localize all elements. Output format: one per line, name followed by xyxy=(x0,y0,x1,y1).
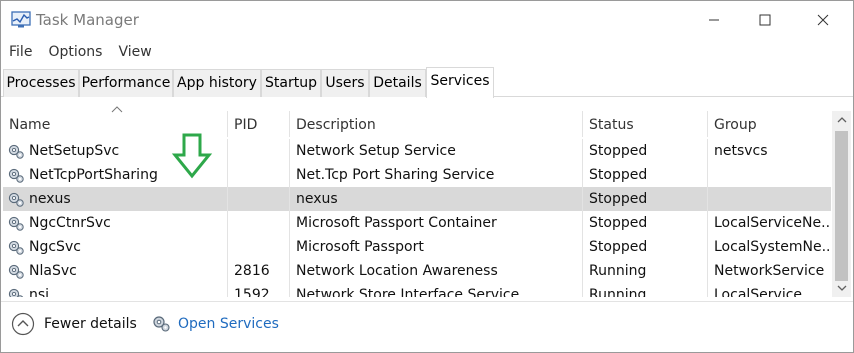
cell-group: LocalServiceNe... xyxy=(714,215,831,231)
service-name: NetTcpPortSharing xyxy=(29,167,158,183)
footer-bar: Fewer details Open Services xyxy=(1,301,853,351)
menu-view[interactable]: View xyxy=(110,41,159,63)
service-name: NlaSvc xyxy=(29,263,77,279)
scroll-up-button[interactable] xyxy=(832,111,851,129)
table-row[interactable]: NgcCtnrSvc Microsoft Passport Container St… xyxy=(3,211,831,235)
scroll-down-button[interactable] xyxy=(832,279,851,297)
cell-pid: 1592 xyxy=(228,283,290,297)
column-header-status[interactable]: Status xyxy=(583,111,708,137)
menu-bar: File Options View xyxy=(1,41,160,63)
task-manager-window: Task Manager File Options View Processes… xyxy=(0,0,854,353)
cell-pid xyxy=(228,163,290,187)
table-row[interactable]: nsi 1592 Network Store Interface Service Ru… xyxy=(3,283,831,297)
tab-startup[interactable]: Startup xyxy=(261,69,321,97)
task-manager-icon xyxy=(11,11,31,28)
cell-name: NlaSvc xyxy=(3,259,228,283)
window-title: Task Manager xyxy=(36,11,139,29)
service-gear-icon xyxy=(8,168,24,183)
table-row[interactable]: nexus nexus Stopped xyxy=(3,187,831,211)
title-bar: Task Manager xyxy=(1,1,853,39)
service-gear-icon xyxy=(8,240,24,255)
tab-strip: Processes Performance App history Startu… xyxy=(1,67,853,98)
column-header-group[interactable]: Group xyxy=(708,111,831,137)
cell-description: Network Store Interface Service xyxy=(290,283,583,297)
scrollbar-thumb[interactable] xyxy=(835,131,848,281)
tab-details[interactable]: Details xyxy=(369,69,426,97)
cell-pid xyxy=(228,139,290,163)
service-name: NetSetupSvc xyxy=(29,143,120,159)
service-name: nsi xyxy=(29,287,50,297)
vertical-scrollbar[interactable] xyxy=(832,111,851,297)
service-name: NgcSvc xyxy=(29,239,81,255)
fewer-details-chevron-icon[interactable] xyxy=(11,312,35,336)
cell-group: LocalSystemNe... xyxy=(714,239,831,255)
cell-name: nsi xyxy=(3,283,228,297)
tab-services[interactable]: Services xyxy=(426,67,494,98)
cell-status: Stopped xyxy=(583,211,708,235)
cell-status: Stopped xyxy=(583,163,708,187)
table-row[interactable]: NgcSvc Microsoft Passport Stopped LocalSyst… xyxy=(3,235,831,259)
service-gear-icon xyxy=(8,192,24,207)
column-header-name-label: Name xyxy=(9,117,51,133)
cell-status: Stopped xyxy=(583,139,708,163)
cell-status: Running xyxy=(583,283,708,297)
service-name: nexus xyxy=(29,191,71,207)
cell-group xyxy=(708,163,831,187)
cell-description: Net.Tcp Port Sharing Service xyxy=(290,163,583,187)
cell-pid: 2816 xyxy=(228,259,290,283)
cell-status: Running xyxy=(583,259,708,283)
sort-ascending-icon xyxy=(111,106,123,113)
cell-description: nexus xyxy=(290,187,583,211)
minimize-button[interactable] xyxy=(691,1,737,39)
table-header: Name PID Description Status Group xyxy=(3,106,831,137)
service-gear-icon xyxy=(8,288,24,297)
service-gear-icon xyxy=(8,144,24,159)
table-row[interactable]: NlaSvc 2816 Network Location Awareness Runn… xyxy=(3,259,831,283)
services-gear-icon[interactable] xyxy=(151,313,171,333)
close-icon xyxy=(817,14,829,26)
chevron-down-icon xyxy=(837,285,846,291)
maximize-icon xyxy=(759,14,771,26)
tab-users[interactable]: Users xyxy=(321,69,369,97)
service-name: NgcCtnrSvc xyxy=(29,215,111,231)
cell-pid xyxy=(228,187,290,211)
cell-group: LocalService xyxy=(714,287,803,297)
cell-description: Microsoft Passport xyxy=(290,235,583,259)
green-down-arrow-annotation xyxy=(171,133,213,179)
menu-options[interactable]: Options xyxy=(40,41,110,63)
tab-app-history[interactable]: App history xyxy=(173,69,261,97)
tab-processes[interactable]: Processes xyxy=(3,69,79,97)
fewer-details-link[interactable]: Fewer details xyxy=(44,316,137,332)
cell-group: netsvcs xyxy=(714,143,768,159)
service-gear-icon xyxy=(8,264,24,279)
table-row[interactable]: NetSetupSvc Network Setup Service Stopped n… xyxy=(3,139,831,163)
chevron-up-icon xyxy=(837,117,846,123)
cell-group: NetworkService xyxy=(714,263,825,279)
cell-status: Stopped xyxy=(583,235,708,259)
close-button[interactable] xyxy=(800,1,846,39)
cell-pid xyxy=(228,235,290,259)
open-services-link[interactable]: Open Services xyxy=(178,316,279,332)
maximize-button[interactable] xyxy=(742,1,788,39)
minimize-icon xyxy=(709,19,719,21)
cell-name: NgcCtnrSvc xyxy=(3,211,228,235)
column-header-pid[interactable]: PID xyxy=(228,111,290,137)
cell-name: nexus xyxy=(3,187,228,211)
cell-description: Microsoft Passport Container xyxy=(290,211,583,235)
cell-description: Network Setup Service xyxy=(290,139,583,163)
cell-description: Network Location Awareness xyxy=(290,259,583,283)
table-row[interactable]: NetTcpPortSharing Net.Tcp Port Sharing Se… xyxy=(3,163,831,187)
services-list: NetSetupSvc Network Setup Service Stopped n… xyxy=(3,139,831,297)
menu-file[interactable]: File xyxy=(1,41,40,63)
cell-group xyxy=(708,187,831,211)
service-gear-icon xyxy=(8,216,24,231)
tab-performance[interactable]: Performance xyxy=(79,69,173,97)
cell-pid xyxy=(228,211,290,235)
cell-name: NgcSvc xyxy=(3,235,228,259)
cell-status: Stopped xyxy=(583,187,708,211)
column-header-description[interactable]: Description xyxy=(290,111,583,137)
